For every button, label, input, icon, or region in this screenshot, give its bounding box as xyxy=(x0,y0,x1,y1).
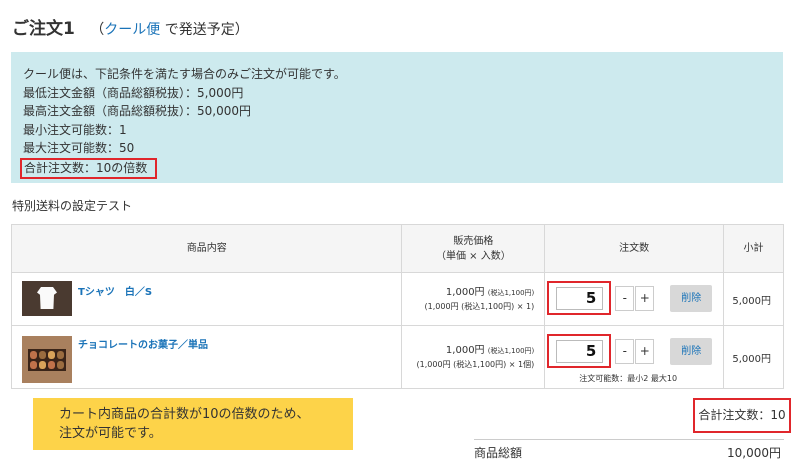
chocolate-image[interactable] xyxy=(22,336,72,383)
unit-price: 1,000円 xyxy=(445,344,485,356)
table-row: チョコレートのお菓子／単品 1,000円 (税込1,100円) (1,000円 … xyxy=(10,325,784,389)
decrement-button[interactable]: - xyxy=(615,339,635,364)
section-label: 特別送料の設定テスト xyxy=(12,199,133,213)
header-product: 商品内容 xyxy=(10,224,403,273)
product-name-link[interactable]: チョコレートのお菓子／単品 xyxy=(78,336,208,351)
product-name-link[interactable]: Tシャツ 白／S xyxy=(78,283,152,298)
message-line-2: 注文が可能です。 xyxy=(59,426,162,441)
total-quantity: 合計注文数：10 xyxy=(693,398,791,433)
shipping-method-link[interactable]: クール便 xyxy=(104,22,160,38)
table-row: Tシャツ 白／S 1,000円 (税込1,100円) (1,000円 (税込1,… xyxy=(10,272,784,326)
product-cell: チョコレートのお菓子／単品 xyxy=(10,325,403,389)
table-header-row: 商品内容 販売価格 （単価 × 入数） 注文数 小計 xyxy=(10,224,784,273)
shipping-method: （クール便 で発送予定） xyxy=(90,22,248,38)
notice-line: 最大注文可能数：50 xyxy=(23,141,135,155)
product-total-label: 商品総額 xyxy=(474,446,523,460)
header-quantity: 注文数 xyxy=(544,224,724,273)
product-cell: Tシャツ 白／S xyxy=(10,272,403,326)
shipping-suffix: で発送予定） xyxy=(164,22,249,38)
increment-button[interactable]: + xyxy=(635,286,655,311)
total-multiple-condition: 合計注文数：10の倍数 xyxy=(20,157,158,179)
notice-line: 最小注文可能数：1 xyxy=(23,122,127,137)
header-price-detail: （単価 × 入数） xyxy=(435,250,511,262)
quantity-cell: 5 - + 削除 注文可能数：最小2 最大10 xyxy=(544,325,724,389)
delete-button[interactable]: 削除 xyxy=(670,338,713,365)
header-price-label: 販売価格 xyxy=(453,235,494,247)
order-heading: ご注文1 （クール便 で発送予定） xyxy=(12,14,249,39)
quantity-input[interactable]: 5 xyxy=(556,340,604,363)
header-price: 販売価格 （単価 × 入数） xyxy=(401,224,546,273)
unit-price: 1,000円 xyxy=(445,286,485,298)
product-total-value: 10,000円 xyxy=(727,446,781,460)
quantity-input[interactable]: 5 xyxy=(556,287,604,310)
unit-price-tax: (税込1,100円) xyxy=(487,288,535,297)
notice-line: 最低注文金額（商品総額税抜）：5,000円 xyxy=(23,85,244,100)
quantity-cell: 5 - + 削除 xyxy=(544,272,724,326)
unit-price-tax: (税込1,100円) xyxy=(487,346,535,355)
notice-line: 最高注文金額（商品総額税抜）：50,000円 xyxy=(23,104,251,118)
price-breakdown: (1,000円 (税込1,100円) × 1個) xyxy=(416,359,535,369)
decrement-button[interactable]: - xyxy=(615,286,635,311)
increment-button[interactable]: + xyxy=(635,339,655,364)
delete-button[interactable]: 削除 xyxy=(670,285,713,312)
paren-open: （ xyxy=(90,22,105,38)
quantity-highlight: 5 xyxy=(547,281,612,315)
quantity-highlight: 5 xyxy=(547,334,612,368)
price-breakdown: (1,000円 (税込1,100円) × 1) xyxy=(424,301,535,311)
shipping-conditions-notice: クール便は、下記条件を満たす場合のみご注文が可能です。 最低注文金額（商品総額税… xyxy=(11,52,783,183)
cart-table: 商品内容 販売価格 （単価 × 入数） 注文数 小計 Tシャツ 白／S 1,000… xyxy=(10,224,784,389)
notice-line: クール便は、下記条件を満たす場合のみご注文が可能です。 xyxy=(23,67,346,81)
row-subtotal: 5,000円 xyxy=(723,272,784,326)
price-cell: 1,000円 (税込1,100円) (1,000円 (税込1,100円) × 1… xyxy=(401,325,546,389)
quantity-limit-note: 注文可能数：最小2 最大10 xyxy=(579,374,678,383)
header-subtotal: 小計 xyxy=(723,224,784,273)
price-cell: 1,000円 (税込1,100円) (1,000円 (税込1,100円) × 1… xyxy=(401,272,546,326)
row-subtotal: 5,000円 xyxy=(723,325,784,389)
order-title: ご注文1 xyxy=(12,19,75,39)
tshirt-image[interactable] xyxy=(22,281,72,316)
order-allowed-message: カート内商品の合計数が10の倍数のため、 注文が可能です。 xyxy=(33,398,353,450)
summary-divider xyxy=(474,439,784,440)
message-line-1: カート内商品の合計数が10の倍数のため、 xyxy=(59,407,310,422)
